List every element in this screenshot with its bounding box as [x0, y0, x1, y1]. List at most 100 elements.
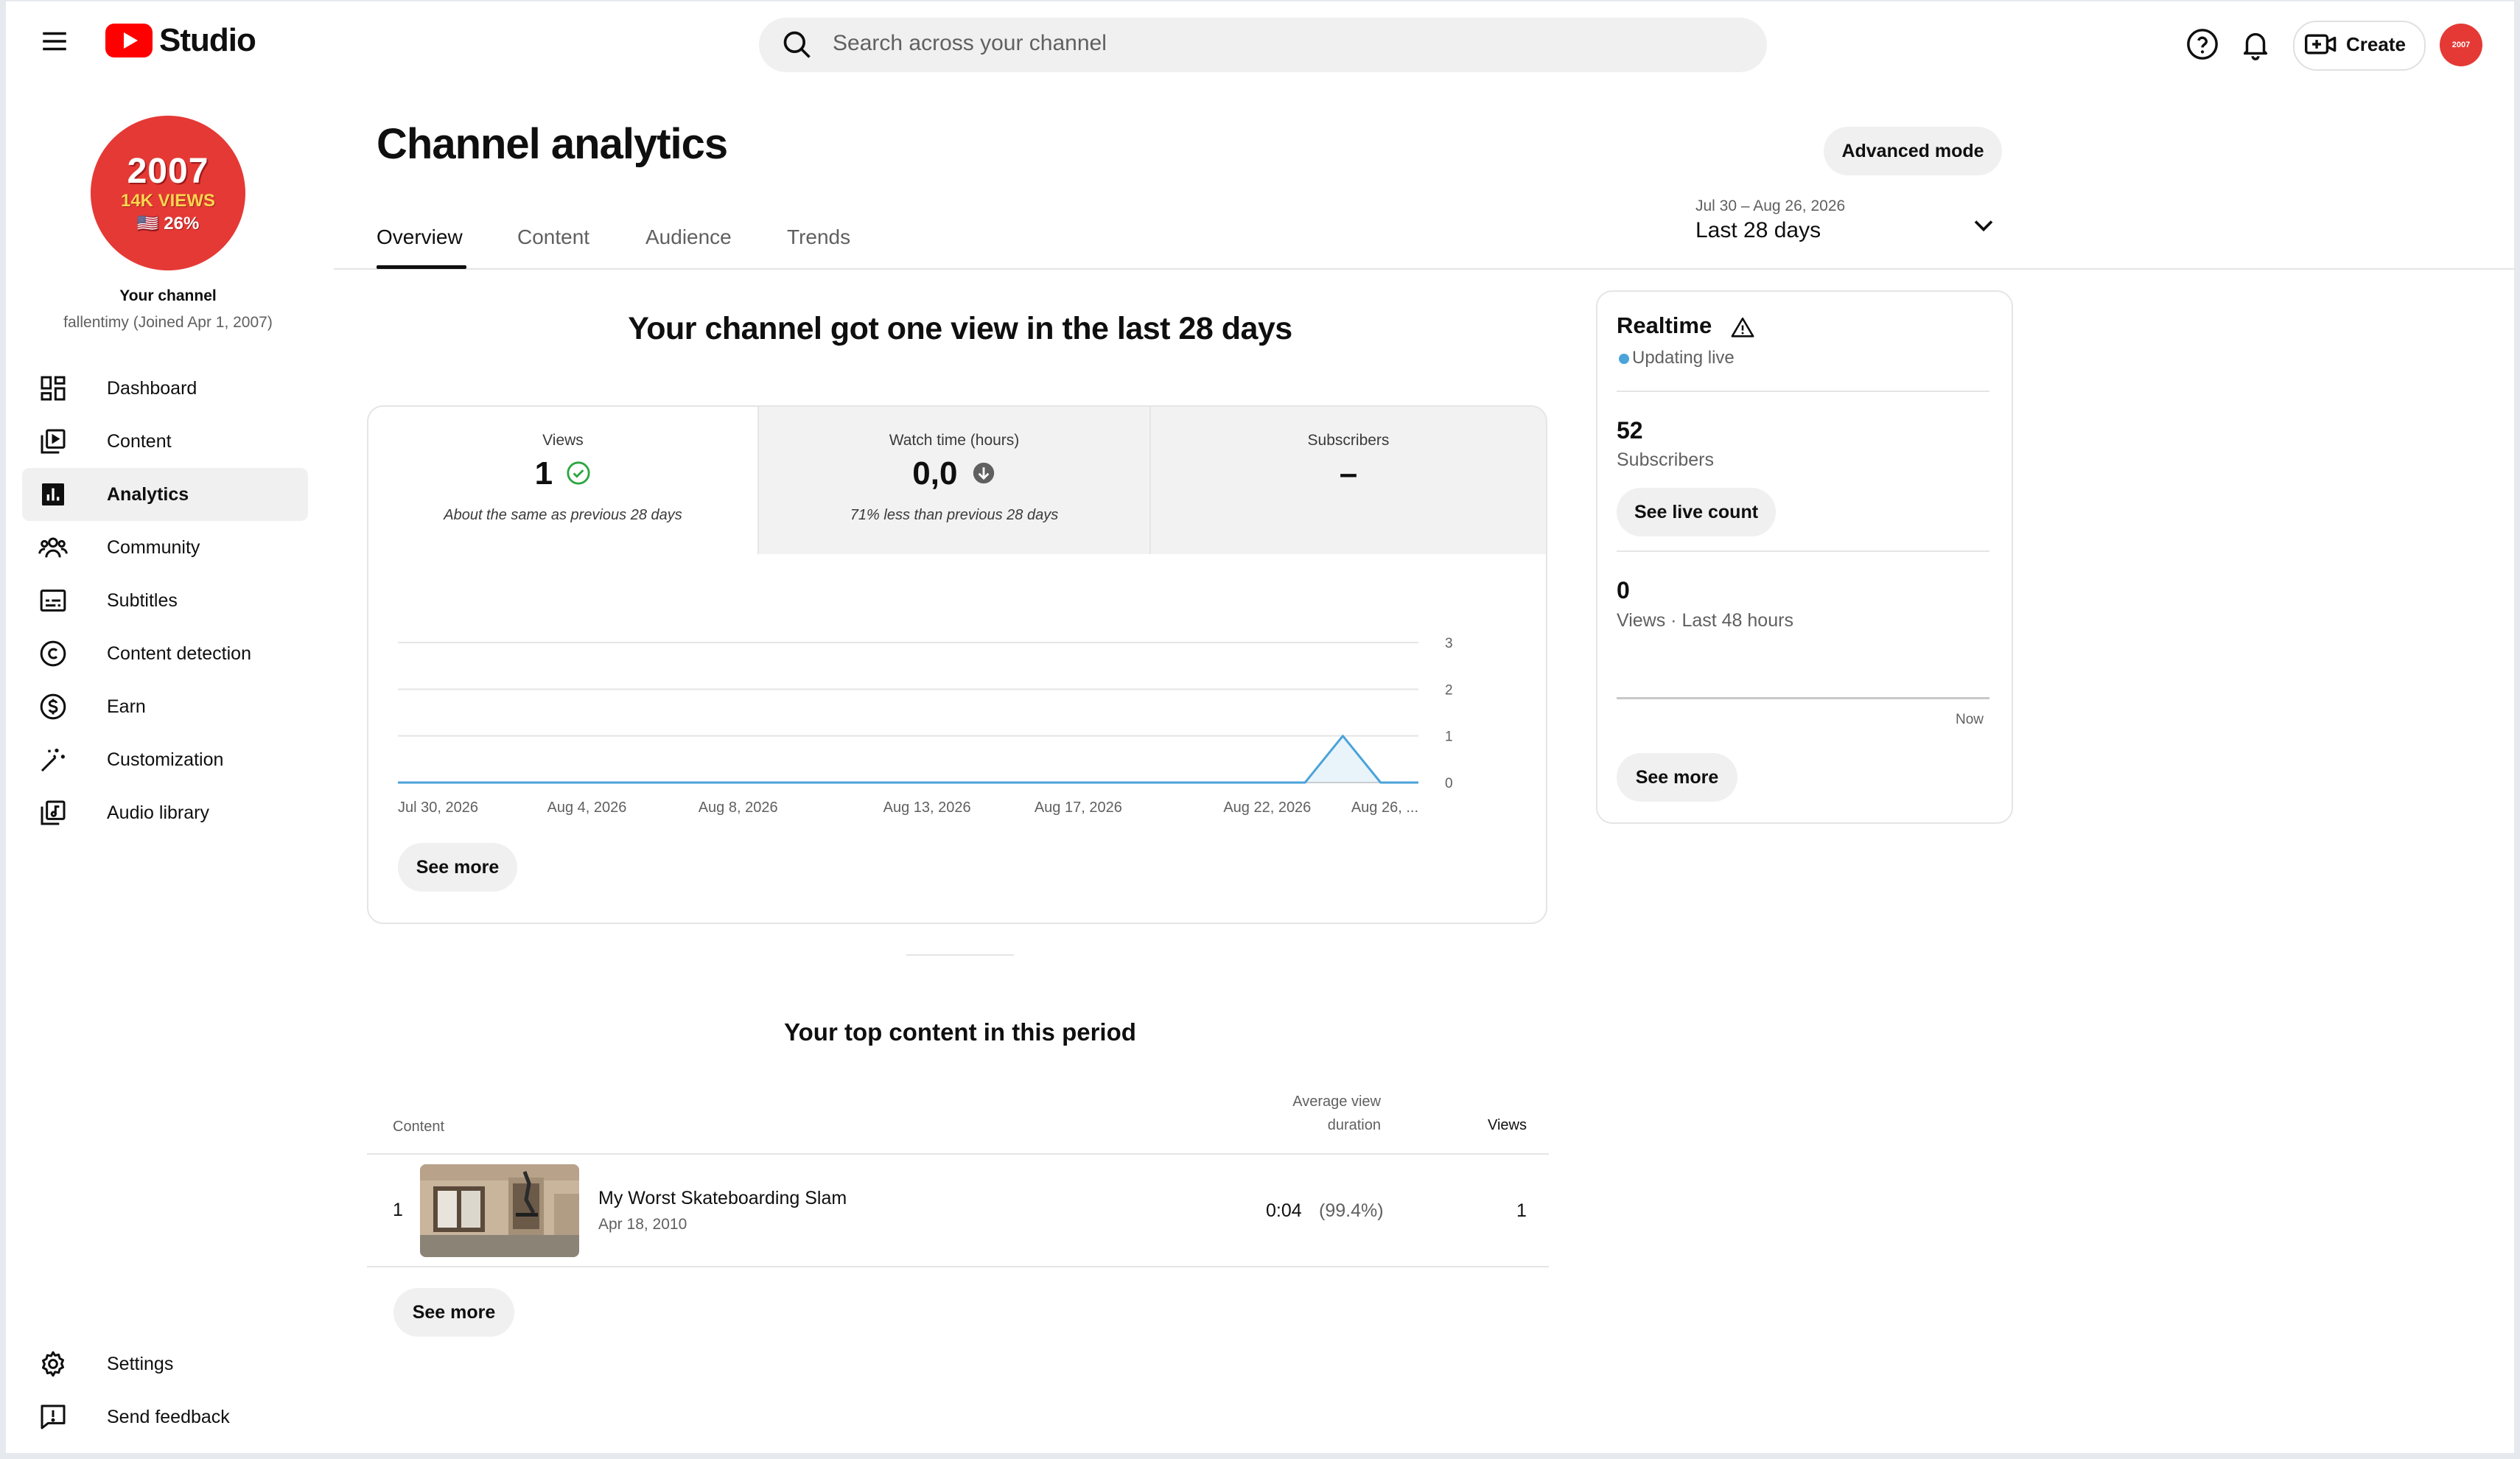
- warning-icon[interactable]: [1730, 315, 1755, 340]
- channel-avatar[interactable]: 2007 14K VIEWS 🇺🇸 26%: [91, 116, 245, 270]
- sidebar-item-label: Send feedback: [107, 1407, 230, 1427]
- studio-logo-text: Studio: [159, 22, 256, 58]
- video-title[interactable]: My Worst Skateboarding Slam: [598, 1188, 847, 1209]
- date-range-text[interactable]: Jul 30 – Aug 26, 2026: [1695, 197, 1845, 215]
- series-area: [398, 735, 1418, 783]
- sidebar-item-send-feedback[interactable]: Send feedback: [22, 1390, 308, 1444]
- sidebar-item-label: Community: [107, 537, 200, 558]
- realtime-divider: [1617, 550, 1989, 552]
- section-divider: [906, 954, 1014, 956]
- copyright-icon: [38, 639, 68, 668]
- community-icon: [38, 533, 68, 562]
- channel-title: Your channel: [119, 287, 217, 304]
- y-tick-label: 3: [1445, 636, 1453, 651]
- x-tick-label: Aug 22, 2026: [1223, 800, 1311, 816]
- metric-label: Subscribers: [1307, 432, 1390, 449]
- channel-avatar-line2: 14K VIEWS: [120, 191, 216, 211]
- row-rank: 1: [393, 1200, 403, 1220]
- sidebar-item-customization[interactable]: Customization: [22, 733, 308, 786]
- metric-value: 0,0: [759, 455, 1149, 492]
- channel-avatar-line3: 🇺🇸 26%: [136, 214, 200, 234]
- y-tick-label: 2: [1445, 682, 1453, 698]
- tab-audience[interactable]: Audience: [645, 225, 732, 249]
- y-tick-label: 0: [1445, 776, 1453, 791]
- series-line: [398, 735, 1418, 784]
- avg-view-percentage: (99.4%): [1319, 1200, 1384, 1221]
- sidebar-item-label: Settings: [107, 1354, 174, 1374]
- sidebar-item-subtitles[interactable]: Subtitles: [22, 574, 308, 627]
- sidebar-item-label: Earn: [107, 696, 146, 717]
- table-divider: [367, 1266, 1549, 1267]
- channel-avatar-line1: 2007: [127, 152, 209, 191]
- metric-views[interactable]: Views 1 About the same as previous 28 da…: [368, 407, 757, 554]
- column-header-views: Views: [1488, 1117, 1527, 1133]
- search-icon[interactable]: [781, 29, 813, 61]
- realtime-views-count: 0: [1617, 577, 1630, 603]
- metric-subscribers[interactable]: Subscribers –: [1151, 407, 1546, 554]
- column-header-avd-line1: Average view: [1292, 1094, 1381, 1110]
- y-tick-label: 1: [1445, 730, 1453, 745]
- analytics-icon: [38, 480, 68, 509]
- x-tick-label: Aug 13, 2026: [883, 800, 971, 816]
- sidebar-item-settings[interactable]: Settings: [22, 1337, 308, 1390]
- gear-icon: [38, 1349, 68, 1379]
- metric-label: Views: [542, 432, 584, 449]
- feedback-icon: [38, 1402, 68, 1432]
- account-avatar[interactable]: 2007: [2440, 24, 2482, 66]
- metric-label: Watch time (hours): [889, 432, 1020, 449]
- chevron-down-icon[interactable]: [1967, 209, 2000, 242]
- realtime-chart-baseline: [1617, 697, 1989, 699]
- realtime-now-label: Now: [1956, 712, 1984, 727]
- sidebar-item-label: Content detection: [107, 643, 251, 664]
- page-title: Channel analytics: [377, 120, 728, 168]
- x-tick-label: Aug 26, ...: [1351, 800, 1418, 816]
- sidebar-item-audio-library[interactable]: Audio library: [22, 786, 308, 839]
- see-more-button[interactable]: See more: [393, 1288, 514, 1337]
- sidebar-item-analytics[interactable]: Analytics: [22, 468, 308, 521]
- tabs-divider: [334, 268, 2514, 270]
- sidebar-item-content[interactable]: Content: [22, 415, 308, 468]
- content-icon: [38, 427, 68, 456]
- menu-icon[interactable]: [39, 26, 70, 57]
- create-video-icon: [2305, 31, 2337, 57]
- magic-wand-icon: [38, 745, 68, 774]
- metric-watch-time[interactable]: Watch time (hours) 0,0 71% less than pre…: [759, 407, 1149, 554]
- see-live-count-button[interactable]: See live count: [1617, 488, 1776, 536]
- sidebar-item-community[interactable]: Community: [22, 521, 308, 574]
- date-range-label[interactable]: Last 28 days: [1695, 218, 1821, 243]
- realtime-subscribers-label: Subscribers: [1617, 449, 1714, 470]
- realtime-subscribers-count: 52: [1617, 417, 1643, 444]
- sidebar-item-dashboard[interactable]: Dashboard: [22, 362, 308, 415]
- dashboard-icon: [38, 374, 68, 403]
- studio-app: Studio Search across your channel Create…: [6, 1, 2514, 1453]
- channel-handle: fallentimy (Joined Apr 1, 2007): [63, 314, 273, 331]
- sidebar-item-label: Audio library: [107, 802, 209, 823]
- sidebar-item-label: Dashboard: [107, 378, 197, 399]
- notifications-icon[interactable]: [2239, 27, 2272, 61]
- arrow-down-circle-icon: [973, 463, 994, 484]
- audio-library-icon: [38, 798, 68, 828]
- see-more-button[interactable]: See more: [398, 843, 517, 892]
- realtime-title: Realtime: [1617, 312, 1712, 338]
- sidebar-item-label: Subtitles: [107, 590, 178, 611]
- tab-content[interactable]: Content: [517, 225, 589, 249]
- sidebar-item-earn[interactable]: Earn: [22, 680, 308, 733]
- overview-headline: Your channel got one view in the last 28…: [628, 311, 1292, 346]
- sidebar-item-label: Customization: [107, 749, 224, 770]
- help-icon[interactable]: [2185, 27, 2219, 61]
- see-more-button[interactable]: See more: [1617, 753, 1737, 802]
- metric-value-text: 0,0: [912, 455, 958, 491]
- column-header-content: Content: [393, 1119, 445, 1135]
- tab-trends[interactable]: Trends: [787, 225, 850, 249]
- realtime-views-label: Views · Last 48 hours: [1617, 610, 1793, 631]
- search-input[interactable]: Search across your channel: [833, 31, 1107, 56]
- metric-note: 71% less than previous 28 days: [850, 507, 1059, 523]
- sidebar-item-content-detection[interactable]: Content detection: [22, 627, 308, 680]
- views-chart: 0 1 2 3 Jul 30, 2026 Aug 4, 2026 Aug 8, 2026 Au…: [398, 636, 1453, 816]
- tab-overview[interactable]: Overview: [377, 225, 463, 249]
- metrics-card: Views 1 About the same as previous 28 da…: [367, 405, 1547, 924]
- metric-note: About the same as previous 28 days: [444, 507, 682, 523]
- video-thumbnail[interactable]: [420, 1164, 579, 1257]
- advanced-mode-button[interactable]: Advanced mode: [1824, 127, 2002, 175]
- check-circle-icon: [567, 461, 590, 485]
